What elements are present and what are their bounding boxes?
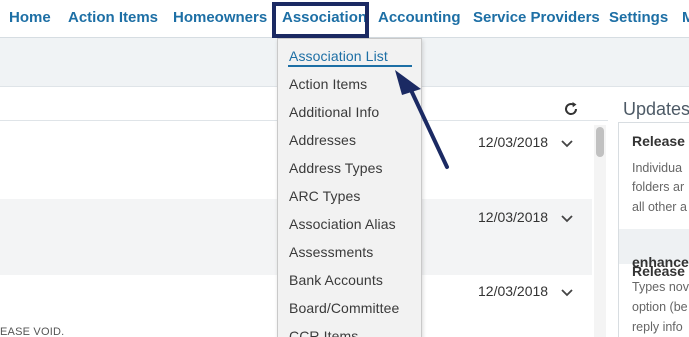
- nav-settings[interactable]: Settings: [609, 9, 668, 26]
- menu-item-addresses[interactable]: Addresses: [289, 132, 356, 148]
- update-text: folders ar: [632, 180, 685, 194]
- updates-title: Updates: [623, 99, 689, 119]
- nav-action-items[interactable]: Action Items: [68, 9, 158, 26]
- menu-item-assessments[interactable]: Assessments: [289, 244, 373, 260]
- menu-item-action-items[interactable]: Action Items: [289, 76, 367, 92]
- update-title[interactable]: Release N: [632, 133, 689, 149]
- row-date: 12/03/2018: [478, 134, 549, 150]
- menu-item-additional-info[interactable]: Additional Info: [289, 104, 379, 120]
- nav-home[interactable]: Home: [9, 9, 51, 26]
- menu-item-arc-types[interactable]: ARC Types: [289, 188, 360, 204]
- scrollbar-thumb[interactable]: [596, 127, 604, 157]
- association-highlight-box: [272, 2, 369, 38]
- active-item-underline: [288, 65, 412, 67]
- menu-item-ccr-items[interactable]: CCR Items: [289, 328, 358, 337]
- menu-item-association-list[interactable]: Association List: [289, 48, 388, 64]
- chevron-down-icon[interactable]: [560, 288, 574, 298]
- updates-card: Release N Individua folders ar all other…: [618, 122, 689, 337]
- update-text: Types nov: [632, 280, 689, 294]
- row-date: 12/03/2018: [478, 283, 549, 299]
- chevron-down-icon[interactable]: [560, 214, 574, 224]
- association-dropdown-menu: Association List Action Items Additional…: [277, 38, 422, 337]
- nav-accounting[interactable]: Accounting: [378, 9, 461, 26]
- menu-item-bank-accounts[interactable]: Bank Accounts: [289, 272, 383, 288]
- top-navigation: Home Action Items Homeowners Association…: [0, 0, 689, 38]
- update-text: Individua: [632, 161, 683, 175]
- scrollbar[interactable]: [594, 125, 606, 337]
- update-text: option (be: [632, 300, 688, 314]
- row-description: EASE VOID.: [0, 326, 65, 337]
- menu-item-address-types[interactable]: Address Types: [289, 160, 383, 176]
- refresh-icon[interactable]: [562, 100, 580, 118]
- update-text: all other a: [632, 200, 687, 214]
- nav-service-providers[interactable]: Service Providers: [473, 9, 600, 26]
- nav-more[interactable]: M: [682, 9, 689, 26]
- update-title[interactable]: enhancem: [632, 254, 689, 270]
- update-text: reply info: [632, 320, 683, 334]
- menu-item-board-committee[interactable]: Board/Committee: [289, 300, 399, 316]
- chevron-down-icon[interactable]: [560, 139, 574, 149]
- row-date: 12/03/2018: [478, 209, 549, 225]
- nav-homeowners[interactable]: Homeowners: [173, 9, 267, 26]
- menu-item-association-alias[interactable]: Association Alias: [289, 216, 396, 232]
